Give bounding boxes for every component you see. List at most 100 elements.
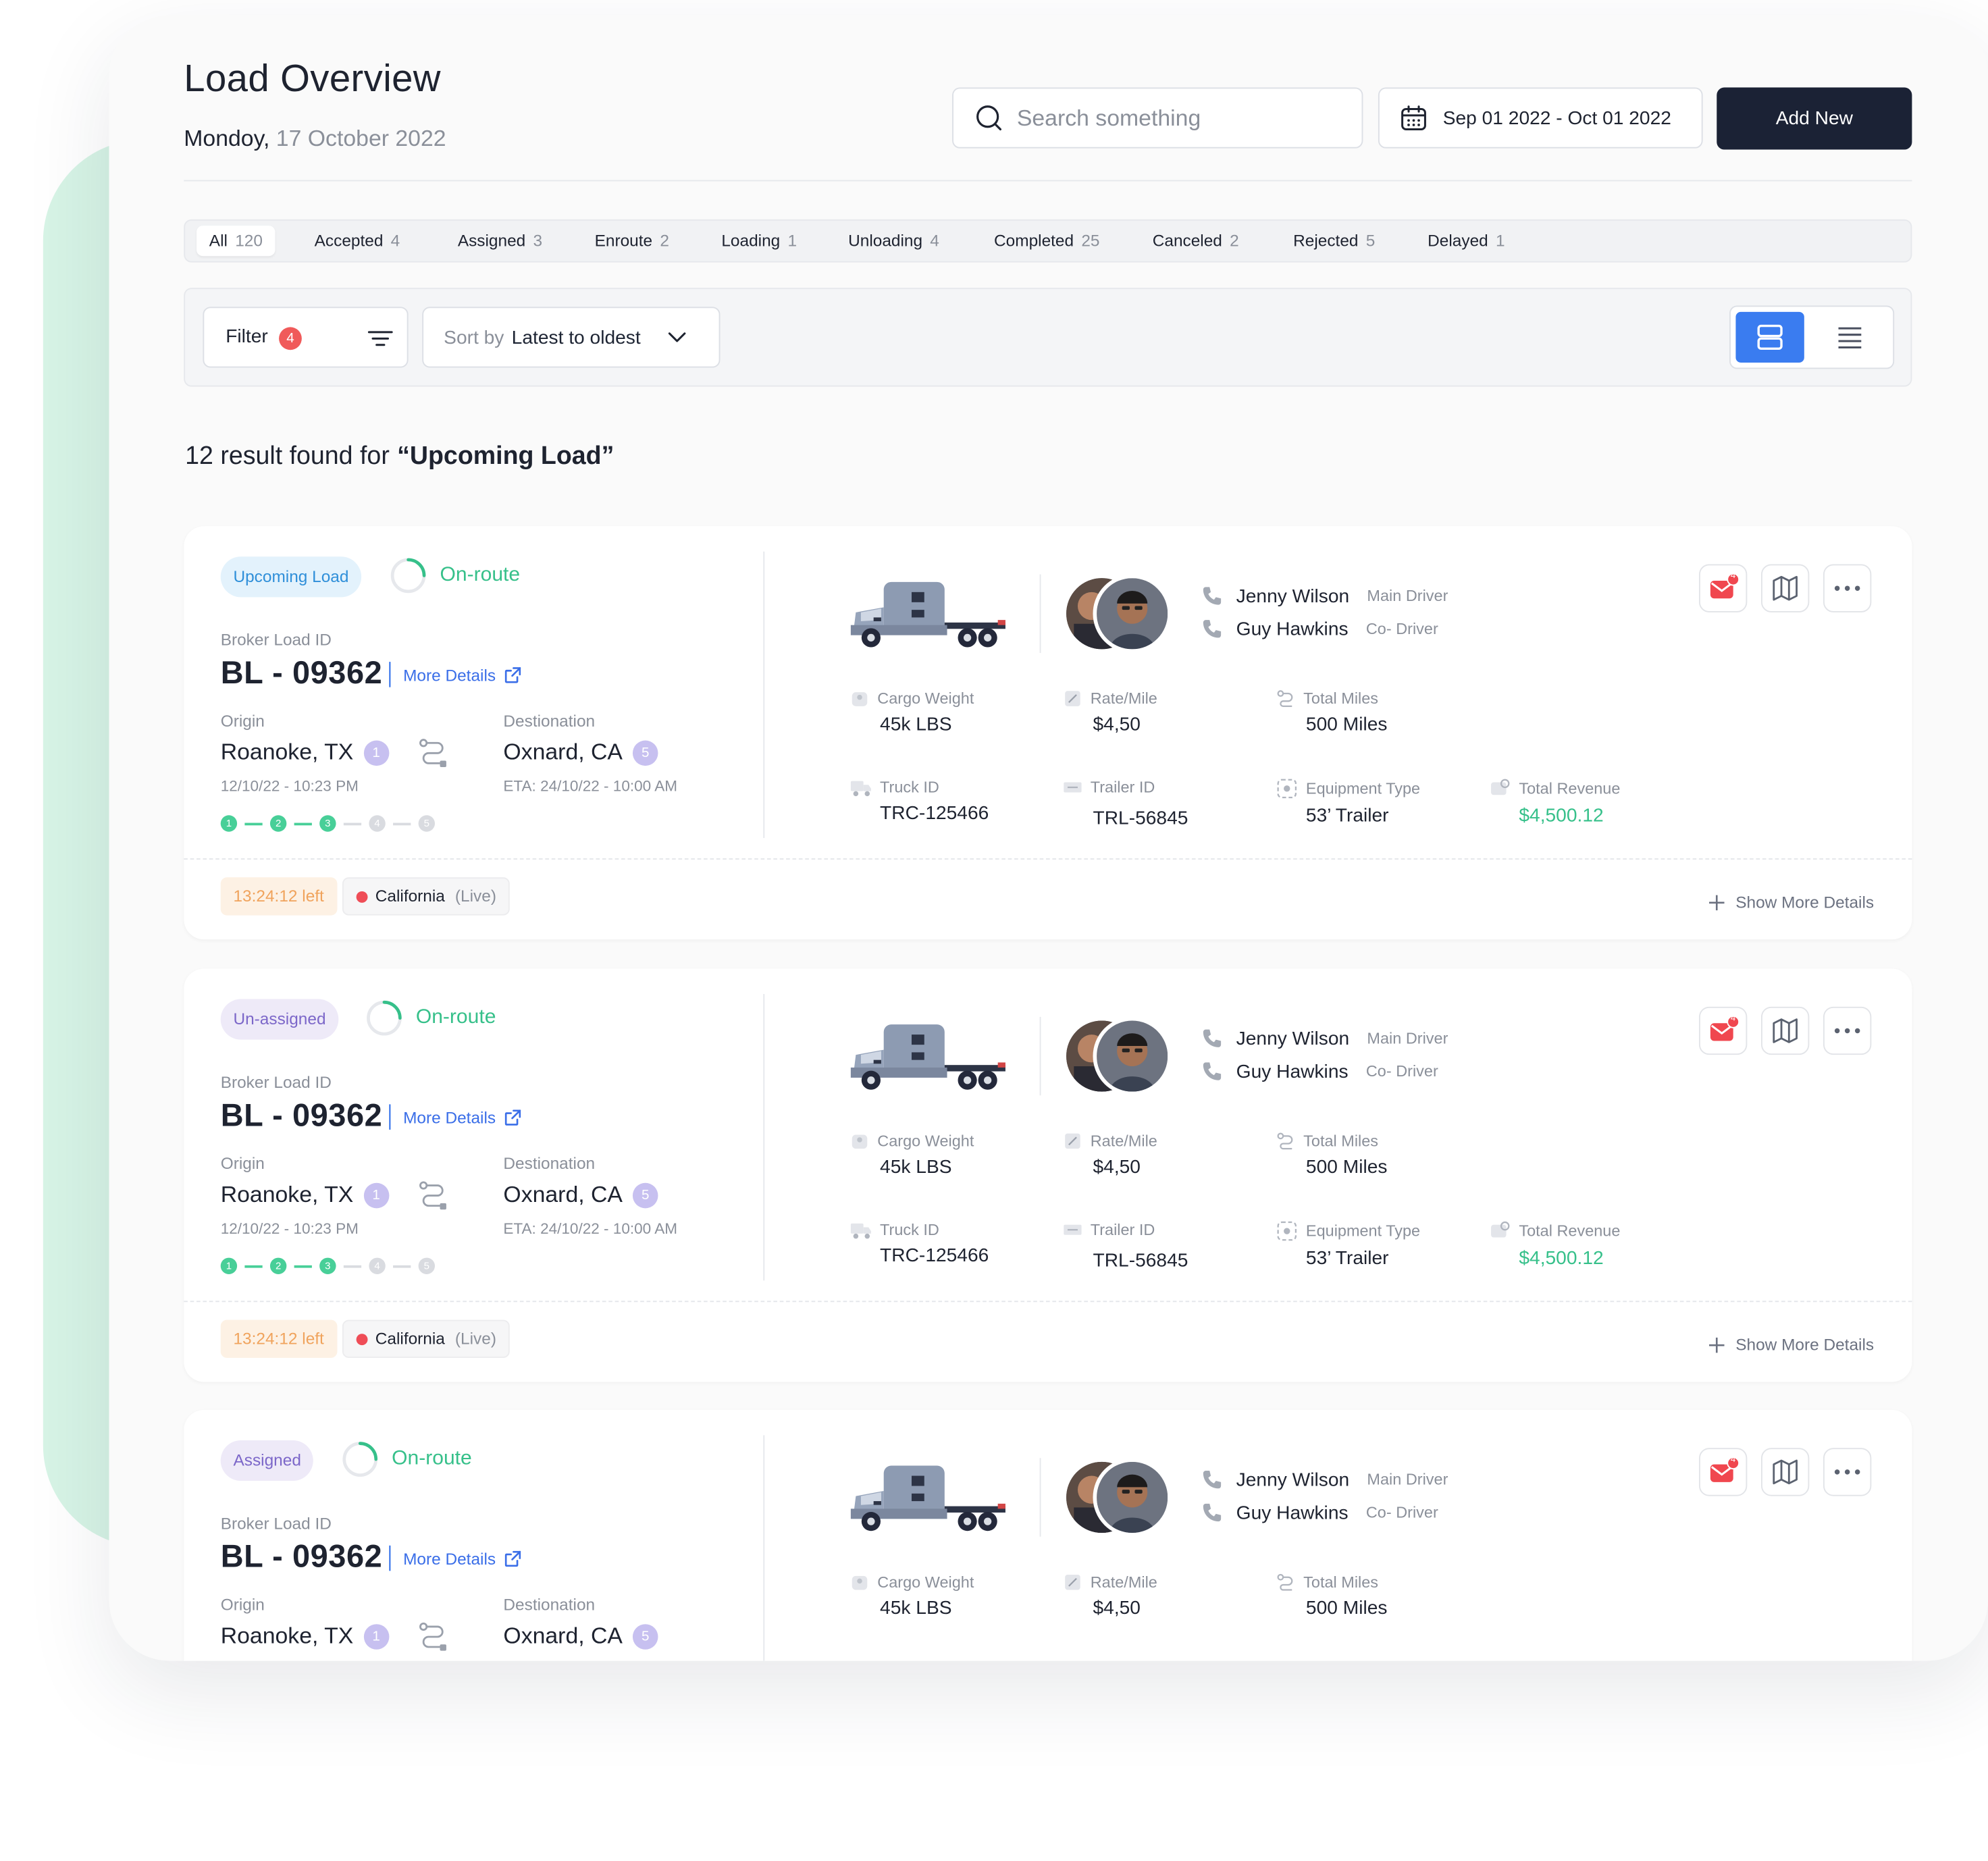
tab-unloading[interactable]: Unloading 4: [848, 226, 939, 256]
more-options-button[interactable]: [1823, 1006, 1872, 1055]
card-divider: [763, 1435, 765, 1661]
tab-enroute[interactable]: Enroute 2: [595, 226, 669, 256]
phone-icon[interactable]: [1201, 1027, 1224, 1050]
add-new-button[interactable]: Add New: [1717, 87, 1912, 150]
cargo-weight-label: Cargo Weight: [877, 1132, 974, 1150]
live-suffix: (Live): [454, 886, 496, 906]
metric-total-miles: Total Miles 500 Miles: [1276, 689, 1387, 735]
truck-icon: [850, 781, 871, 797]
map-button[interactable]: [1760, 1448, 1810, 1496]
map-icon: [1773, 575, 1798, 601]
tab-assigned[interactable]: Assigned 3: [458, 226, 542, 256]
metric-cargo-weight: Cargo Weight 45k LBS: [849, 1572, 974, 1619]
search-field[interactable]: Search something: [952, 87, 1363, 149]
tab-label: Enroute: [594, 230, 653, 250]
origin-stop-badge: 1: [363, 739, 389, 766]
avatar: [1093, 574, 1172, 653]
origin-label: Origin: [220, 1595, 265, 1615]
rate-icon: [1065, 1574, 1080, 1590]
tab-loading[interactable]: Loading 1: [721, 226, 797, 256]
tab-completed[interactable]: Completed 25: [994, 226, 1099, 256]
external-link-icon: [504, 1109, 521, 1125]
stop-step: 3: [319, 815, 336, 832]
route-status: On-route: [341, 1440, 472, 1478]
show-more-details-button[interactable]: Show More Details: [1708, 1335, 1874, 1354]
live-location-badge[interactable]: California (Live): [342, 877, 511, 916]
map-icon: [1773, 1459, 1798, 1485]
external-link-icon: [504, 666, 521, 683]
filter-bar: Filter 4 Sort by Latest to oldest: [184, 288, 1912, 387]
phone-icon[interactable]: [1201, 585, 1224, 608]
tab-count: 2: [660, 230, 669, 250]
card-view-button[interactable]: [1735, 311, 1804, 363]
driver-avatars: [1062, 1458, 1176, 1537]
map-button[interactable]: [1760, 564, 1810, 612]
tab-label: All: [209, 230, 228, 250]
map-button[interactable]: [1760, 1006, 1810, 1055]
list-view-button[interactable]: [1825, 312, 1875, 363]
tab-label: Loading: [721, 230, 781, 250]
metric-equipment-type: Equipment Type 53’ Trailer: [1276, 777, 1420, 827]
card-divider: [763, 994, 765, 1281]
phone-icon[interactable]: [1201, 617, 1224, 640]
destination-city: Oxnard, CA 5: [503, 1182, 658, 1208]
tab-count: 120: [235, 230, 263, 250]
co-driver-role: Co- Driver: [1365, 620, 1438, 638]
tab-all[interactable]: All 120: [197, 226, 276, 257]
co-driver-name: Guy Hawkins: [1236, 1060, 1349, 1082]
tab-count: 1: [1496, 230, 1505, 250]
co-driver-name: Guy Hawkins: [1236, 618, 1349, 640]
tab-accepted[interactable]: Accepted 4: [315, 226, 400, 256]
sort-dropdown[interactable]: Sort by Latest to oldest: [422, 307, 721, 368]
results-count: 12 result found for: [185, 442, 390, 471]
co-driver-role: Co- Driver: [1365, 1503, 1438, 1522]
plus-icon: [1708, 1336, 1725, 1353]
metric-total-revenue: Total Revenue $4,500.12: [1488, 1220, 1620, 1269]
stop-connector: [244, 822, 263, 825]
current-day: Mondoy,: [184, 125, 270, 151]
load-status-pill: Upcoming Load: [220, 556, 362, 598]
page-title: Load Overview: [184, 58, 441, 101]
cargo-weight-value: 45k LBS: [880, 714, 952, 736]
more-details-link[interactable]: More Details: [389, 1104, 522, 1130]
avatar: [1093, 1458, 1172, 1537]
status-tabs: All 120 Accepted 4 Assigned 3 Enroute 2 Load…: [184, 219, 1912, 263]
metric-truck-id: Truck ID TRC-125466: [849, 777, 989, 824]
more-options-button[interactable]: [1823, 564, 1872, 612]
date-range-picker[interactable]: Sep 01 2022 - Oct 01 2022: [1378, 87, 1703, 149]
more-details-link[interactable]: More Details: [389, 1545, 522, 1571]
equipment-type-value: 53’ Trailer: [1305, 805, 1389, 827]
stop-connector: [294, 1264, 312, 1267]
more-details-link[interactable]: More Details: [389, 662, 522, 687]
messages-button[interactable]: 4: [1698, 1006, 1748, 1055]
calendar-icon: [1401, 105, 1426, 131]
more-options-button[interactable]: [1823, 1448, 1872, 1496]
phone-icon[interactable]: [1201, 1468, 1224, 1491]
filter-button[interactable]: Filter 4: [203, 307, 409, 368]
phone-icon[interactable]: [1201, 1060, 1224, 1083]
messages-button[interactable]: 4: [1698, 1448, 1748, 1496]
origin-time: 12/10/22 - 10:23 PM: [220, 1220, 359, 1238]
show-more-details-button[interactable]: Show More Details: [1708, 893, 1874, 912]
live-location-badge[interactable]: California (Live): [342, 1319, 511, 1358]
co-driver: Guy Hawkins Co- Driver: [1201, 617, 1438, 640]
map-icon: [1773, 1018, 1798, 1043]
phone-icon[interactable]: [1201, 1501, 1224, 1524]
tab-delayed[interactable]: Delayed 1: [1428, 226, 1505, 256]
tab-canceled[interactable]: Canceled 2: [1153, 226, 1239, 256]
stop-progress: 1 2 3 4 5: [220, 815, 436, 832]
messages-button[interactable]: 4: [1698, 564, 1748, 612]
tab-rejected[interactable]: Rejected 5: [1293, 226, 1375, 256]
destination-label: Destionation: [503, 711, 596, 731]
equipment-type-label: Equipment Type: [1305, 1222, 1421, 1240]
show-more-label: Show More Details: [1735, 1335, 1875, 1355]
route-icon: [419, 1622, 446, 1651]
more-details-label: More Details: [403, 1548, 496, 1568]
destination-stop-badge: 5: [633, 739, 658, 766]
live-dot-icon: [356, 891, 368, 902]
truck-id-label: Truck ID: [880, 778, 939, 797]
metric-total-miles: Total Miles 500 Miles: [1276, 1572, 1387, 1619]
route-status-label: On-route: [392, 1448, 472, 1470]
broker-load-id: BL - 09362: [220, 1098, 383, 1134]
rate-icon: [1065, 1133, 1080, 1149]
